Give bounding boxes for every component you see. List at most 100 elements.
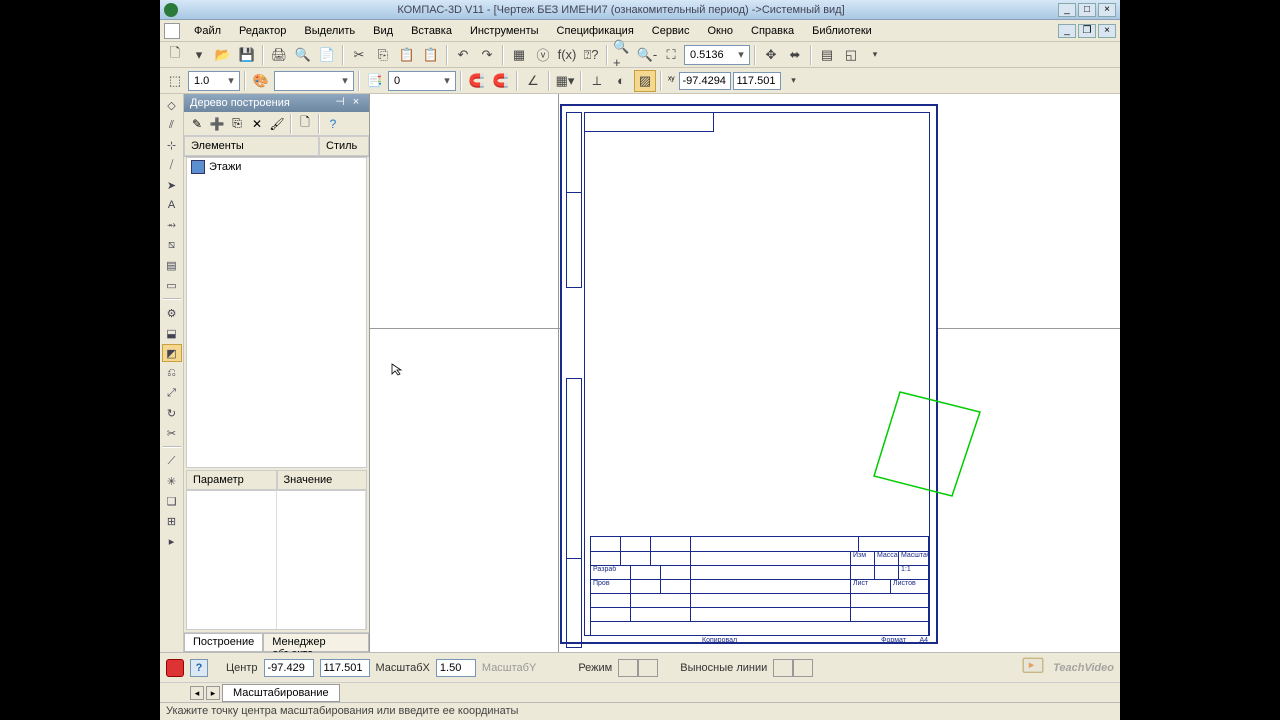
layer-input[interactable] [391,72,441,90]
vtool-dim-icon[interactable]: ⫽ [162,116,182,134]
center-y-input[interactable] [320,659,370,677]
pt-edit-icon[interactable]: ✎ [188,115,206,133]
panel-close-icon[interactable]: × [349,96,363,110]
col-elements[interactable]: Элементы [184,136,319,156]
menu-select[interactable]: Выделить [296,23,363,39]
props-body[interactable] [186,490,367,630]
vtool-meas1-icon[interactable]: ⟋ [162,452,182,470]
window1-icon[interactable]: ▤ [816,44,838,66]
scale-combo[interactable]: ▾ [188,71,240,91]
drawing-canvas[interactable]: ИзмМассаМасштаб Разраб1:1 ПровЛистЛистов… [370,94,1120,652]
ortho-icon[interactable]: ⟂ [586,70,608,92]
menu-edit[interactable]: Редактор [231,23,294,39]
paste2-icon[interactable]: 📋 [420,44,442,66]
menu-libraries[interactable]: Библиотеки [804,23,880,39]
maximize-button[interactable]: □ [1078,3,1096,17]
vtool-active-icon[interactable]: ◩ [162,344,182,362]
mdi-minimize-button[interactable]: _ [1058,24,1076,38]
pan-icon[interactable]: ✥ [760,44,782,66]
redo-icon[interactable]: ↷ [476,44,498,66]
zoom-fit-icon[interactable]: ⛶ [660,44,682,66]
vtool-text-icon[interactable]: A [162,196,182,214]
round-icon[interactable]: ◐ [610,70,632,92]
stop-icon[interactable] [166,659,184,677]
vtool-geom-icon[interactable]: ◇ [162,96,182,114]
x-input[interactable] [679,72,731,90]
col-param[interactable]: Параметр [186,470,277,490]
cut-icon[interactable]: ✂ [348,44,370,66]
new-icon[interactable]: 🗋 [164,44,186,66]
tab-manager[interactable]: Менеджер объекта ... [263,633,369,652]
col-value[interactable]: Значение [277,470,368,490]
vtool-spec-icon[interactable]: ⊞ [162,512,182,530]
vtool-axis-icon[interactable]: ⥇ [162,216,182,234]
color-btn[interactable]: 🎨 [250,70,272,92]
tab-build[interactable]: Построение [184,633,263,652]
ang-icon[interactable]: ∠ [522,70,544,92]
new-dd-icon[interactable]: ▾ [188,44,210,66]
menu-insert[interactable]: Вставка [403,23,460,39]
menu-tools[interactable]: Инструменты [462,23,547,39]
pt-del-icon[interactable]: ✕ [248,115,266,133]
color-combo[interactable]: ▾ [274,71,354,91]
help-icon[interactable]: ? [190,659,208,677]
snap2-icon[interactable]: 🧲 [490,70,512,92]
open-icon[interactable]: 📂 [212,44,234,66]
save-icon[interactable]: 💾 [236,44,258,66]
vtool-expand-icon[interactable]: ▸ [162,532,182,550]
vtool-line-icon[interactable]: ⧸ [162,156,182,174]
close-button[interactable]: × [1098,3,1116,17]
vtool-edit2-icon[interactable]: ⬓ [162,324,182,342]
menu-view[interactable]: Вид [365,23,401,39]
var-icon[interactable]: ⓥ [532,44,554,66]
menu-file[interactable]: Файл [186,23,229,39]
active-mode-icon[interactable]: ▨ [634,70,656,92]
tab-nav-prev[interactable]: ◂ [190,686,204,700]
pt-copy-icon[interactable]: ⎘ [228,115,246,133]
vtool-arrow-icon[interactable]: ➤ [162,176,182,194]
vtool-scale-icon[interactable]: ⤢ [162,384,182,402]
undo-icon[interactable]: ↶ [452,44,474,66]
ext-btn-1[interactable] [773,659,793,677]
vtool-rotate-icon[interactable]: ↻ [162,404,182,422]
layer-combo[interactable]: ▾ [388,71,456,91]
zoomin-icon[interactable]: 🔍+ [612,44,634,66]
menu-help[interactable]: Справка [743,23,802,39]
more2-icon[interactable]: ▾ [783,70,805,92]
tree-body[interactable]: Этажи [186,157,367,468]
pt-brush-icon[interactable]: 🖌 [268,115,286,133]
print-icon[interactable]: 🖨 [268,44,290,66]
move-icon[interactable]: ⬌ [784,44,806,66]
help-ctx-icon[interactable]: ⍰? [580,44,602,66]
col-style[interactable]: Стиль [319,136,369,156]
mdi-restore-button[interactable]: ❐ [1078,24,1096,38]
menu-window[interactable]: Окно [699,23,741,39]
system-menu-icon[interactable] [164,23,180,39]
pt-new-icon[interactable]: 🗋 [296,115,314,133]
scale-input[interactable] [191,72,225,90]
vtool-table-icon[interactable]: ▤ [162,256,182,274]
mdi-close-button[interactable]: × [1098,24,1116,38]
y-input[interactable] [733,72,781,90]
tree-row[interactable]: Этажи [187,158,366,176]
menu-service[interactable]: Сервис [644,23,698,39]
fx-icon[interactable]: f(x) [556,44,578,66]
pt-add-icon[interactable]: ➕ [208,115,226,133]
mode-btn-1[interactable] [618,659,638,677]
layer-icon[interactable]: 📑 [364,70,386,92]
vtool-meas2-icon[interactable]: ✳ [162,472,182,490]
vtool-sheet-icon[interactable]: ▭ [162,276,182,294]
doc-icon[interactable]: 📄 [316,44,338,66]
menu-spec[interactable]: Спецификация [549,23,642,39]
more-icon[interactable]: ▾ [864,44,886,66]
tab-nav-next[interactable]: ▸ [206,686,220,700]
ext-btn-2[interactable] [793,659,813,677]
minimize-button[interactable]: _ [1058,3,1076,17]
vtool-hatch-icon[interactable]: ⧅ [162,236,182,254]
center-x-input[interactable] [264,659,314,677]
paste-icon[interactable]: 📋 [396,44,418,66]
zoomout-icon[interactable]: 🔍- [636,44,658,66]
vtool-3d-icon[interactable]: ❑ [162,492,182,510]
zoom-combo[interactable]: ▾ [684,45,750,65]
vtool-mirror-icon[interactable]: ⎌ [162,364,182,382]
